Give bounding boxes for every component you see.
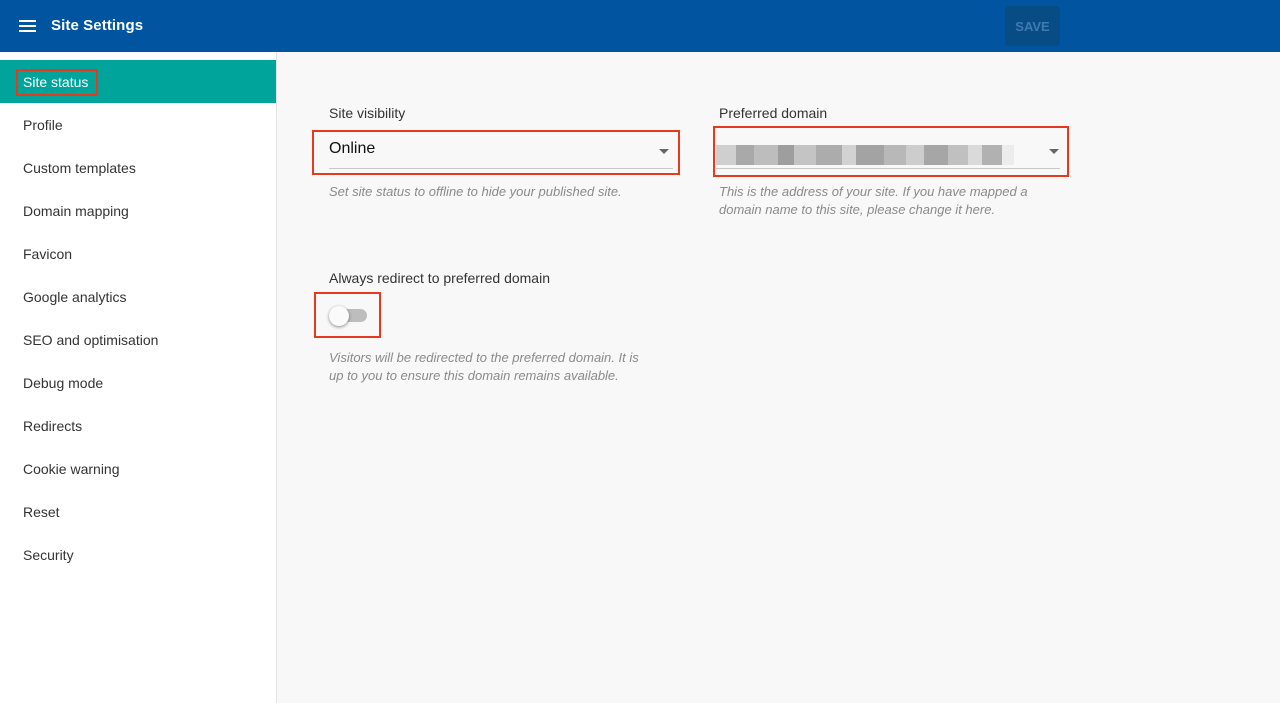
sidebar-item-label: Debug mode (23, 375, 104, 391)
highlight-box (312, 130, 680, 175)
sidebar-item-cookie-warning[interactable]: Cookie warning (0, 447, 276, 490)
highlight-box (713, 126, 1069, 177)
sidebar-item-label: Favicon (23, 246, 73, 262)
sidebar-item-domain-mapping[interactable]: Domain mapping (0, 189, 276, 232)
redirect-hint-line2: up to you to ensure this domain remains … (329, 368, 619, 383)
sidebar-item-favicon[interactable]: Favicon (0, 232, 276, 275)
sidebar-item-custom-templates[interactable]: Custom templates (0, 146, 276, 189)
sidebar-item-site-status[interactable]: Site status (0, 60, 276, 103)
redirect-label: Always redirect to preferred domain (329, 270, 550, 286)
hamburger-menu-icon[interactable] (18, 17, 38, 35)
sidebar-item-label: Reset (23, 504, 60, 520)
sidebar-item-debug-mode[interactable]: Debug mode (0, 361, 276, 404)
sidebar-item-label: Cookie warning (23, 461, 120, 477)
site-visibility-hint: Set site status to offline to hide your … (329, 184, 622, 199)
sidebar-item-label: Redirects (23, 418, 83, 434)
sidebar-item-redirects[interactable]: Redirects (0, 404, 276, 447)
sidebar-item-label: Security (23, 547, 74, 563)
preferred-domain-hint-line1: This is the address of your site. If you… (719, 184, 1028, 199)
sidebar-item-reset[interactable]: Reset (0, 490, 276, 533)
site-visibility-label: Site visibility (329, 105, 406, 121)
settings-sidebar: Site status Profile Custom templates Dom… (0, 52, 277, 703)
page-title: Site Settings (51, 17, 144, 34)
sidebar-item-label: SEO and optimisation (23, 332, 159, 348)
preferred-domain-label: Preferred domain (719, 105, 828, 121)
sidebar-item-google-analytics[interactable]: Google analytics (0, 275, 276, 318)
top-app-bar: Site Settings SAVE (0, 0, 1280, 52)
sidebar-item-label: Custom templates (23, 160, 136, 176)
redirect-hint-line1: Visitors will be redirected to the prefe… (329, 350, 639, 365)
sidebar-item-profile[interactable]: Profile (0, 103, 276, 146)
sidebar-item-label: Profile (23, 117, 63, 133)
preferred-domain-hint-line2: domain name to this site, please change … (719, 202, 996, 217)
sidebar-item-label: Google analytics (23, 289, 127, 305)
sidebar-item-security[interactable]: Security (0, 533, 276, 576)
sidebar-item-label: Site status (23, 74, 89, 90)
save-button[interactable]: SAVE (1005, 6, 1060, 46)
sidebar-item-label: Domain mapping (23, 203, 129, 219)
settings-panel: Site visibility Online Set site status t… (277, 52, 1280, 703)
highlight-box (314, 292, 381, 338)
sidebar-item-seo[interactable]: SEO and optimisation (0, 318, 276, 361)
